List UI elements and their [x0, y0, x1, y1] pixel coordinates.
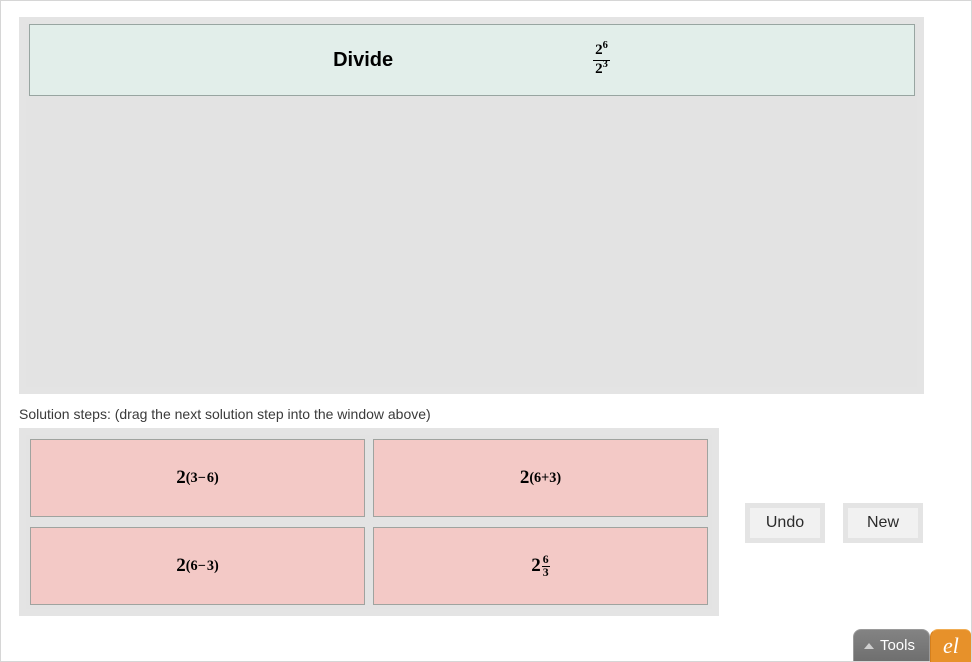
fraction-den-base: 2	[595, 61, 603, 77]
tools-button[interactable]: Tools	[853, 629, 930, 661]
new-button[interactable]: New	[843, 503, 923, 543]
chevron-up-icon	[864, 643, 874, 649]
prompt-bar: Divide 26 23	[29, 24, 915, 96]
instruction-text: Solution steps: (drag the next solution …	[19, 406, 953, 422]
prompt-expression: 26 23	[593, 43, 610, 78]
fraction-num-base: 2	[595, 42, 603, 58]
work-window[interactable]: Divide 26 23	[19, 17, 924, 394]
solution-tile[interactable]: 2(6+3)	[373, 439, 708, 517]
operation-label: Divide	[333, 49, 393, 72]
solution-tile[interactable]: 263	[373, 527, 708, 605]
fraction-den-exp: 3	[603, 59, 608, 70]
tiles-panel: 2(3− 6) 2(6+3) 2(6− 3) 263	[19, 428, 719, 616]
undo-button[interactable]: Undo	[745, 503, 825, 543]
fraction: 26 23	[593, 43, 610, 78]
solution-tile[interactable]: 2(3− 6)	[30, 439, 365, 517]
fraction-num-exp: 6	[603, 40, 608, 51]
brand-badge: el	[930, 629, 971, 662]
tools-label: Tools	[880, 637, 915, 654]
brand-badge-initials: el	[943, 633, 959, 659]
tile-base: 2	[176, 555, 186, 577]
tools-tray: Tools el	[853, 629, 971, 661]
prompt-content: Divide 26 23	[333, 43, 610, 78]
tile-exponent-fraction: 63	[542, 554, 550, 579]
solution-tile[interactable]: 2(6− 3)	[30, 527, 365, 605]
tile-base: 2	[531, 555, 541, 577]
tile-base: 2	[520, 467, 530, 489]
tile-base: 2	[176, 467, 186, 489]
gizmo-container: Divide 26 23 Solution steps: (drag the n…	[0, 0, 972, 662]
